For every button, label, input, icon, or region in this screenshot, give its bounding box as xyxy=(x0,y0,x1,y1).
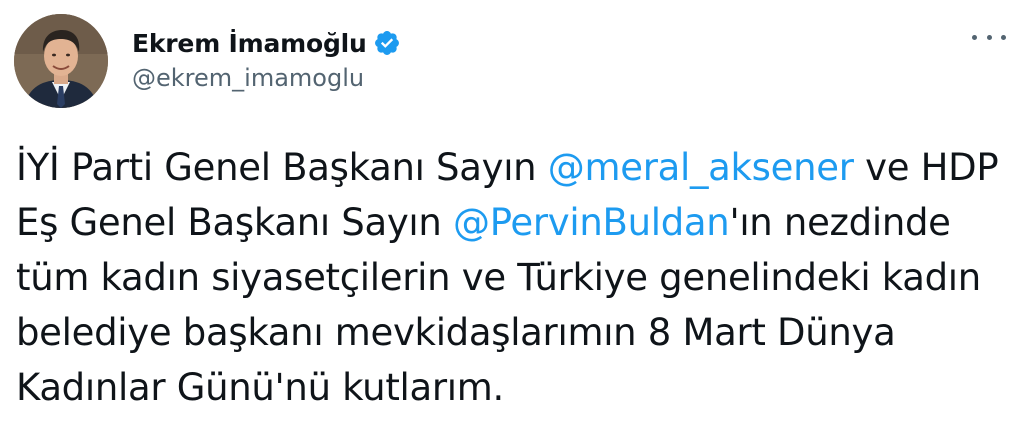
more-dot xyxy=(972,34,977,40)
profile-photo-icon xyxy=(14,14,108,108)
tweet-text-segment: ve HDP xyxy=(853,146,999,189)
tweet-line: İYİ Parti Genel Başkanı Sayın @meral_aks… xyxy=(16,140,1016,195)
tweet-line: belediye başkanı mevkidaşlarımın 8 Mart … xyxy=(16,311,896,354)
more-dot xyxy=(1001,34,1006,40)
tweet-line: tüm kadın siyasetçilerin ve Türkiye gene… xyxy=(16,256,981,299)
tweet-text-segment: 'ın nezdinde xyxy=(729,201,951,244)
more-dot xyxy=(986,34,992,40)
more-options-icon[interactable] xyxy=(972,26,1006,48)
tweet-line: Kadınlar Günü'nü kutlarım. xyxy=(16,366,504,409)
tweet-text-segment: Eş Genel Başkanı Sayın xyxy=(16,201,454,244)
author-display-name[interactable]: Ekrem İmamoğlu xyxy=(132,29,367,58)
tweet-line: Eş Genel Başkanı Sayın @PervinBuldan'ın … xyxy=(16,195,1016,250)
tweet-card: Ekrem İmamoğlu @ekrem_imamoglu İYİ Parti… xyxy=(0,0,1024,442)
author-name-row[interactable]: Ekrem İmamoğlu xyxy=(132,26,401,60)
mention-link[interactable]: @PervinBuldan xyxy=(453,201,730,244)
tweet-text: İYİ Parti Genel Başkanı Sayın @meral_aks… xyxy=(16,140,1016,415)
author-avatar[interactable] xyxy=(14,14,108,108)
author-handle[interactable]: @ekrem_imamoglu xyxy=(132,64,364,92)
tweet-text-segment: İYİ Parti Genel Başkanı Sayın xyxy=(16,146,548,189)
verified-badge-icon xyxy=(373,29,401,57)
mention-link[interactable]: @meral_aksener xyxy=(548,146,854,189)
